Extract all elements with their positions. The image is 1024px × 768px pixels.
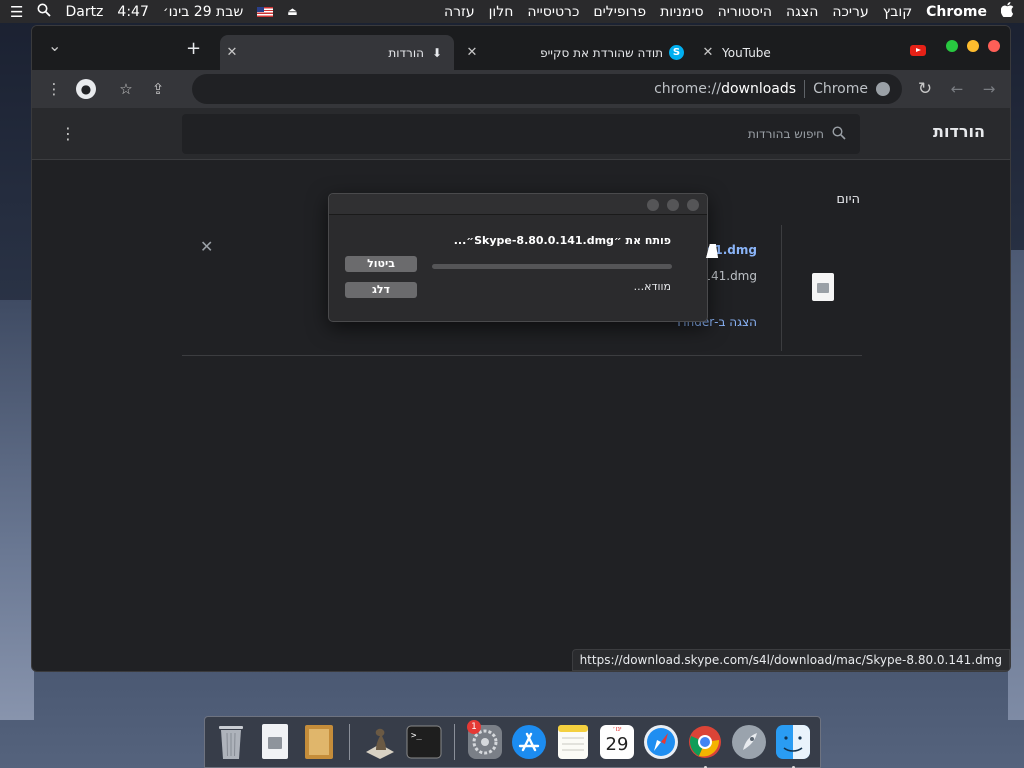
dialog-title: פותח את ״Skype-8.80.0.141.dmg״... [453,234,671,247]
menu-profiles[interactable]: פרופילים [593,4,646,20]
tab-label: תודה שהורדת את סקייפ [540,45,663,60]
skype-icon: S [669,45,684,60]
svg-text:>_: >_ [411,731,422,741]
youtube-icon [910,45,926,56]
tab-label: YouTube [722,45,771,60]
calendar-month: ינו׳ [612,725,622,733]
dock: >_ 1 ינו׳ 29 [204,716,821,768]
cancel-button[interactable]: ביטול [345,256,417,272]
profile-avatar-icon[interactable]: ● [76,79,96,99]
dock-separator [349,724,350,760]
remove-download-close-icon[interactable]: ✕ [200,237,213,256]
menu-history[interactable]: היסטוריה [718,4,772,20]
search-icon [832,125,846,143]
download-icon: ⬇ [431,45,442,60]
skip-button[interactable]: דלג [345,282,417,298]
menu-edit[interactable]: עריכה [832,4,868,20]
download-source-url: 141.dmg [703,269,757,283]
tab-close-icon[interactable]: ✕ [224,45,240,60]
opening-dmg-dialog: פותח את ״Skype-8.80.0.141.dmg״... ביטול … [328,193,708,322]
card-divider [781,225,782,351]
dialog-control-dot [687,199,699,211]
omnibox-separator [804,80,806,98]
forward-arrow-icon[interactable]: → [979,79,999,99]
browser-toolbar: ⋮ ● ☆ ⇪ Chrome chrome://downloads ↻ ← → [32,70,1010,108]
eject-icon[interactable]: ⏏ [287,5,297,18]
menu-app-name[interactable]: Chrome [926,4,987,20]
dialog-status-text: מוודא... [633,280,671,293]
dock-notes-icon[interactable] [553,722,593,762]
omnibox-url[interactable]: chrome://downloads [654,81,796,97]
dock-calendar-icon[interactable]: ינו׳ 29 [597,722,637,762]
reload-icon[interactable]: ↻ [915,79,935,99]
dock-chrome-icon[interactable] [685,722,725,768]
control-center-icon[interactable]: ☰ [10,3,23,21]
dock-launchpad-icon[interactable] [729,722,769,762]
share-icon[interactable]: ⇪ [148,79,168,99]
dock-terminal-icon[interactable]: >_ [404,722,444,762]
menu-user[interactable]: Dartz [65,4,103,20]
desktop-wallpaper-left [0,300,34,720]
dock-chess-icon[interactable] [360,722,400,762]
menu-bar: ☰ Dartz 4:47 שבת 29 בינו׳ ⏏ Chrome קובץ … [0,0,1024,23]
calendar-day: 29 [605,734,629,755]
dock-app-store-icon[interactable] [509,722,549,762]
tab-downloads[interactable]: ✕ הורדות ⬇ [220,35,454,70]
menu-bar-status: ☰ Dartz 4:47 שבת 29 בינו׳ ⏏ [10,3,298,21]
dock-safari-icon[interactable] [641,722,681,762]
menu-bookmarks[interactable]: סימניות [660,4,703,20]
omnibox[interactable]: Chrome chrome://downloads [192,74,902,104]
url-path: downloads [721,81,797,97]
app-menus: Chrome קובץ עריכה הצגה היסטוריה סימניות … [444,2,1014,21]
dock-system-preferences-icon[interactable]: 1 [465,720,505,762]
spotlight-icon[interactable] [37,3,52,21]
window-zoom-button[interactable] [946,40,958,52]
downloads-search-input[interactable]: חיפוש בהורדות [182,114,860,154]
bookmark-star-icon[interactable]: ☆ [116,79,136,99]
chrome-menu-icon[interactable]: ⋮ [44,79,64,99]
dock-trash-icon[interactable] [211,722,251,762]
menu-clock-time[interactable]: 4:47 [117,4,148,20]
downloads-header: הורדות חיפוש בהורדות ⋮ [32,108,1010,160]
tab-label: הורדות [388,45,424,60]
menu-view[interactable]: הצגה [786,4,818,20]
dock-documents-folder-icon[interactable] [299,722,339,762]
tab-search-chevron-icon[interactable]: ⌄ [48,36,61,55]
status-bubble-url: https://download.skype.com/s4l/download/… [571,649,1010,671]
tab-close-icon[interactable]: ✕ [464,45,480,60]
input-source-flag-icon[interactable] [257,6,274,17]
more-actions-icon[interactable]: ⋮ [60,124,76,143]
dock-finder-icon[interactable] [773,722,813,768]
menu-help[interactable]: עזרה [444,4,475,20]
date-group-label: היום [836,192,860,207]
tab-close-icon[interactable]: ✕ [700,45,716,60]
back-arrow-icon[interactable]: ← [947,79,967,99]
site-label: Chrome [813,81,868,97]
tab-strip: ✕ YouTube ✕ תודה שהורדת את סקייפ S ✕ הור… [32,26,1010,70]
notification-badge: 1 [467,720,481,734]
chrome-window: ✕ YouTube ✕ תודה שהורדת את סקייפ S ✕ הור… [31,25,1011,672]
tab-skype-thanks[interactable]: ✕ תודה שהורדת את סקייפ S [462,35,692,70]
dock-separator [454,724,455,760]
tab-youtube[interactable]: ✕ YouTube [700,35,930,70]
file-icon [812,273,834,301]
page-title: הורדות [933,122,985,141]
url-scheme: chrome:// [654,81,722,97]
dialog-control-dot [667,199,679,211]
menu-file[interactable]: קובץ [883,4,912,20]
verify-progress-bar [432,264,672,269]
menu-tab[interactable]: כרטיסייה [527,4,579,20]
search-placeholder: חיפוש בהורדות [747,127,824,141]
window-minimize-button[interactable] [967,40,979,52]
new-tab-button[interactable]: + [186,38,201,59]
menu-window[interactable]: חלון [489,4,514,20]
menu-clock-date[interactable]: שבת 29 בינו׳ [163,4,243,20]
site-info-chrome-icon[interactable] [876,82,890,96]
apple-menu-icon[interactable] [1000,2,1014,21]
dialog-titlebar [329,194,707,215]
dialog-control-dot [647,199,659,211]
window-close-button[interactable] [988,40,1000,52]
dock-disk-image-icon[interactable] [255,722,295,762]
